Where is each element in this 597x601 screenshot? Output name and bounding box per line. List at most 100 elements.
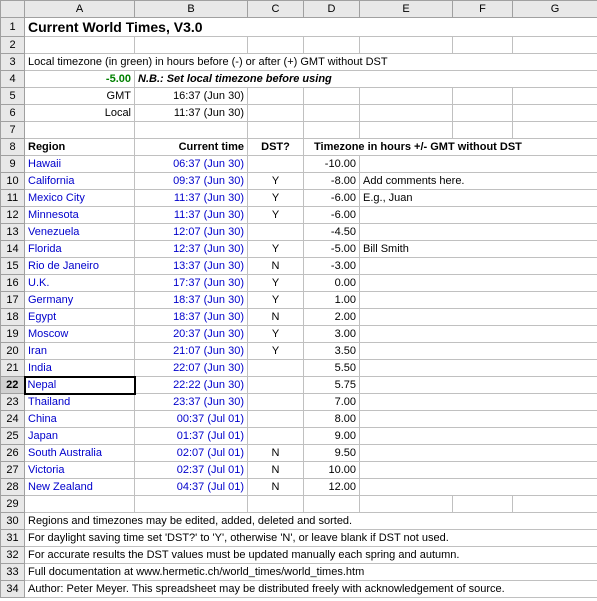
cell[interactable] xyxy=(304,37,360,54)
time-cell[interactable]: 02:37 (Jul 01) xyxy=(135,462,248,479)
dst-cell[interactable]: N xyxy=(248,258,304,275)
region-cell[interactable]: Japan xyxy=(25,428,135,445)
row-header[interactable]: 25 xyxy=(1,428,25,445)
dst-cell[interactable]: N xyxy=(248,462,304,479)
region-cell[interactable]: Iran xyxy=(25,343,135,360)
tz-cell[interactable]: -5.00 xyxy=(304,241,360,258)
dst-cell[interactable] xyxy=(248,360,304,377)
region-cell[interactable]: Mexico City xyxy=(25,190,135,207)
col-header-f[interactable]: F xyxy=(453,1,513,18)
cell[interactable] xyxy=(513,88,597,105)
cell[interactable] xyxy=(248,88,304,105)
cell[interactable] xyxy=(360,88,453,105)
gmt-label[interactable]: GMT xyxy=(25,88,135,105)
dst-cell[interactable] xyxy=(248,224,304,241)
row-header[interactable]: 22 xyxy=(1,377,25,394)
comment-cell[interactable]: Bill Smith xyxy=(360,241,597,258)
gmt-time[interactable]: 16:37 (Jun 30) xyxy=(135,88,248,105)
cell[interactable] xyxy=(248,122,304,139)
dst-cell[interactable]: N xyxy=(248,445,304,462)
footer-line[interactable]: Regions and timezones may be edited, add… xyxy=(25,513,597,530)
comment-cell[interactable] xyxy=(360,207,597,224)
time-cell[interactable]: 00:37 (Jul 01) xyxy=(135,411,248,428)
time-cell[interactable]: 23:37 (Jun 30) xyxy=(135,394,248,411)
cell[interactable] xyxy=(360,37,453,54)
note-cell[interactable]: Local timezone (in green) in hours befor… xyxy=(25,54,597,71)
row-header[interactable]: 11 xyxy=(1,190,25,207)
cell[interactable] xyxy=(360,496,453,513)
dst-cell[interactable]: Y xyxy=(248,326,304,343)
tz-cell[interactable]: 5.50 xyxy=(304,360,360,377)
comment-cell[interactable] xyxy=(360,258,597,275)
time-cell[interactable]: 20:37 (Jun 30) xyxy=(135,326,248,343)
cell[interactable] xyxy=(304,88,360,105)
col-header-c[interactable]: C xyxy=(248,1,304,18)
cell[interactable] xyxy=(135,496,248,513)
dst-cell[interactable]: Y xyxy=(248,241,304,258)
dst-cell[interactable]: Y xyxy=(248,343,304,360)
time-cell[interactable]: 11:37 (Jun 30) xyxy=(135,190,248,207)
region-cell[interactable]: New Zealand xyxy=(25,479,135,496)
col-header-g[interactable]: G xyxy=(513,1,597,18)
cell[interactable] xyxy=(304,105,360,122)
row-header[interactable]: 30 xyxy=(1,513,25,530)
region-cell[interactable]: Egypt xyxy=(25,309,135,326)
footer-line[interactable]: Author: Peter Meyer. This spreadsheet ma… xyxy=(25,581,597,598)
region-cell[interactable]: Venezuela xyxy=(25,224,135,241)
dst-cell[interactable]: Y xyxy=(248,173,304,190)
time-cell[interactable]: 09:37 (Jun 30) xyxy=(135,173,248,190)
row-header[interactable]: 19 xyxy=(1,326,25,343)
footer-line[interactable]: For accurate results the DST values must… xyxy=(25,547,597,564)
row-header[interactable]: 4 xyxy=(1,71,25,88)
region-cell[interactable]: Victoria xyxy=(25,462,135,479)
cell[interactable] xyxy=(135,122,248,139)
comment-cell[interactable] xyxy=(360,428,597,445)
cell[interactable] xyxy=(360,122,453,139)
time-cell[interactable]: 22:22 (Jun 30) xyxy=(135,377,248,394)
tz-cell[interactable]: -10.00 xyxy=(304,156,360,173)
dst-cell[interactable]: N xyxy=(248,479,304,496)
cell[interactable] xyxy=(360,105,453,122)
cell[interactable] xyxy=(304,496,360,513)
tz-cell[interactable]: 3.00 xyxy=(304,326,360,343)
tz-cell[interactable]: -6.00 xyxy=(304,190,360,207)
cell[interactable] xyxy=(453,105,513,122)
tz-cell[interactable]: 9.00 xyxy=(304,428,360,445)
cell[interactable] xyxy=(248,105,304,122)
col-header-b[interactable]: B xyxy=(135,1,248,18)
cell[interactable] xyxy=(25,37,135,54)
tz-cell[interactable]: 7.00 xyxy=(304,394,360,411)
comment-cell[interactable] xyxy=(360,275,597,292)
cell[interactable] xyxy=(248,37,304,54)
comment-cell[interactable] xyxy=(360,360,597,377)
row-header[interactable]: 9 xyxy=(1,156,25,173)
dst-cell[interactable] xyxy=(248,377,304,394)
time-cell[interactable]: 12:07 (Jun 30) xyxy=(135,224,248,241)
row-header[interactable]: 1 xyxy=(1,18,25,37)
comment-cell[interactable] xyxy=(360,224,597,241)
comment-cell[interactable] xyxy=(360,156,597,173)
row-header[interactable]: 24 xyxy=(1,411,25,428)
title-cell[interactable]: Current World Times, V3.0 xyxy=(25,18,597,37)
tz-cell[interactable]: 3.50 xyxy=(304,343,360,360)
comment-cell[interactable]: Add comments here. xyxy=(360,173,597,190)
cell[interactable] xyxy=(513,37,597,54)
dst-cell[interactable] xyxy=(248,411,304,428)
row-header[interactable]: 23 xyxy=(1,394,25,411)
dst-cell[interactable]: Y xyxy=(248,292,304,309)
row-header[interactable]: 6 xyxy=(1,105,25,122)
row-header[interactable]: 14 xyxy=(1,241,25,258)
comment-cell[interactable] xyxy=(360,326,597,343)
dst-cell[interactable]: Y xyxy=(248,275,304,292)
row-header[interactable]: 29 xyxy=(1,496,25,513)
comment-cell[interactable]: E.g., Juan xyxy=(360,190,597,207)
time-cell[interactable]: 12:37 (Jun 30) xyxy=(135,241,248,258)
cell[interactable] xyxy=(453,37,513,54)
row-header[interactable]: 21 xyxy=(1,360,25,377)
dst-cell[interactable]: Y xyxy=(248,207,304,224)
dst-cell[interactable] xyxy=(248,156,304,173)
region-cell[interactable]: California xyxy=(25,173,135,190)
row-header[interactable]: 8 xyxy=(1,139,25,156)
corner-cell[interactable] xyxy=(1,1,25,18)
cell[interactable] xyxy=(453,88,513,105)
